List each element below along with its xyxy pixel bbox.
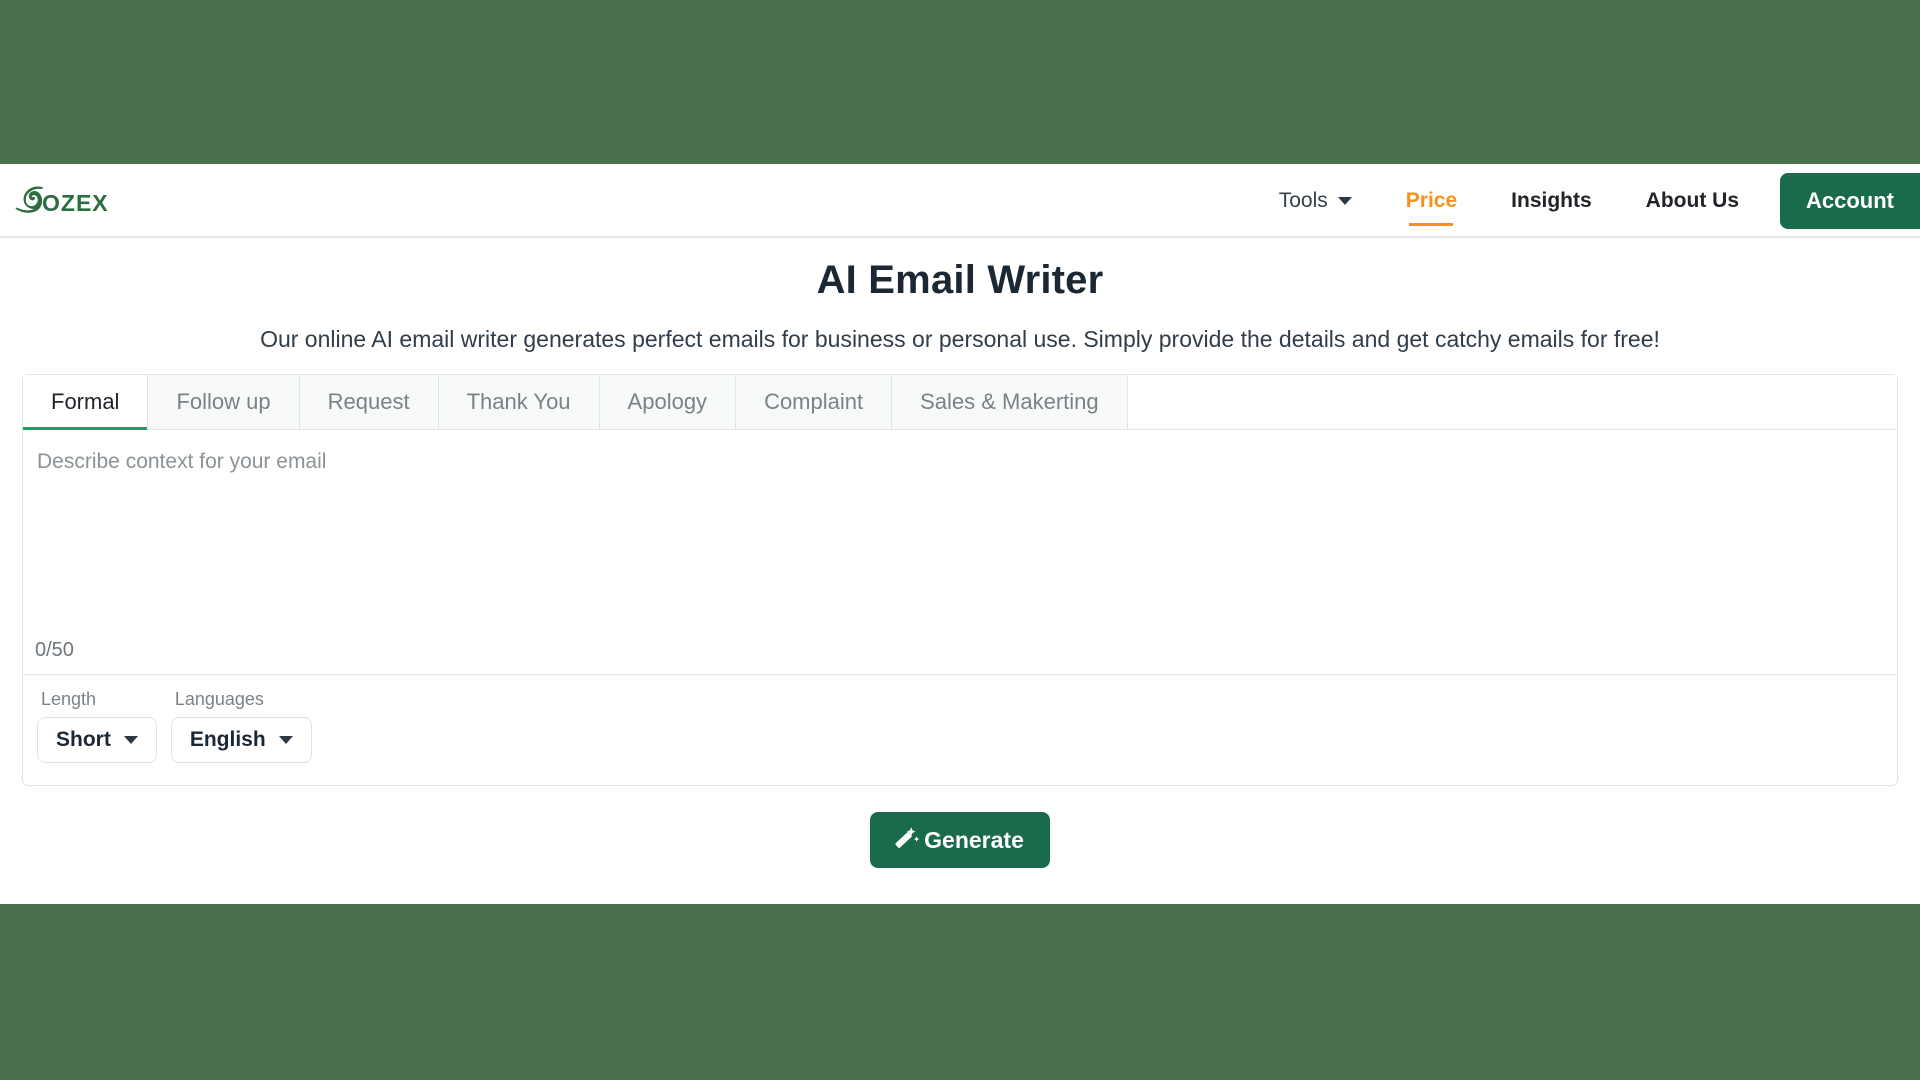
site-header: OZEX Tools Price Insights About Us Accou… xyxy=(0,164,1920,238)
nav-item-tools[interactable]: Tools xyxy=(1252,164,1379,238)
character-counter: 0/50 xyxy=(35,639,74,661)
nav-item-about-us[interactable]: About Us xyxy=(1619,164,1766,238)
magic-wand-icon xyxy=(895,827,920,848)
tab-formal-label: Formal xyxy=(51,389,120,414)
tab-complaint[interactable]: Complaint xyxy=(736,375,893,429)
length-select[interactable]: Short xyxy=(37,717,157,763)
tab-bar-filler xyxy=(1127,375,1897,429)
chevron-down-icon xyxy=(123,736,138,744)
nav-item-insights-label: Insights xyxy=(1511,189,1592,212)
length-label: Length xyxy=(41,689,97,709)
account-button-label: Account xyxy=(1806,188,1894,213)
languages-label: Languages xyxy=(174,689,264,709)
nav-item-about-us-label: About Us xyxy=(1645,189,1739,212)
nav-item-tools-label: Tools xyxy=(1278,189,1328,212)
page-root: OZEX Tools Price Insights About Us Accou… xyxy=(0,0,1920,1080)
svg-text:OZEX: OZEX xyxy=(42,190,108,216)
active-nav-underline xyxy=(1409,223,1454,226)
tab-sales-marketing-label: Sales & Makerting xyxy=(920,389,1099,414)
account-button[interactable]: Account xyxy=(1780,173,1920,229)
tab-follow-up-label: Follow up xyxy=(176,389,271,414)
nav-item-price-label: Price xyxy=(1405,189,1458,212)
length-control: Length Short xyxy=(37,689,157,763)
email-context-input[interactable] xyxy=(23,430,1897,634)
tab-thank-you[interactable]: Thank You xyxy=(438,375,600,429)
length-select-value: Short xyxy=(56,728,111,751)
chevron-down-icon xyxy=(1337,197,1352,205)
tab-sales-marketing[interactable]: Sales & Makerting xyxy=(892,375,1128,429)
languages-control: Languages English xyxy=(170,689,312,763)
options-row: Length Short Languages English xyxy=(23,675,1897,785)
tab-request[interactable]: Request xyxy=(299,375,439,429)
generate-row: Generate xyxy=(0,812,1920,868)
generate-button-label: Generate xyxy=(924,826,1024,853)
chevron-down-icon xyxy=(278,736,293,744)
tab-follow-up[interactable]: Follow up xyxy=(148,375,300,429)
tab-formal[interactable]: Formal xyxy=(23,375,149,430)
context-area: 0/50 xyxy=(23,430,1897,675)
tab-apology-label: Apology xyxy=(627,389,708,414)
tab-thank-you-label: Thank You xyxy=(466,389,571,414)
email-writer-card: Formal Follow up Request Thank You Apolo… xyxy=(22,374,1898,786)
generate-button[interactable]: Generate xyxy=(870,812,1050,868)
nav-item-insights[interactable]: Insights xyxy=(1484,164,1619,238)
hero-section: AI Email Writer Our online AI email writ… xyxy=(0,238,1920,353)
languages-select-value: English xyxy=(189,728,266,751)
languages-select[interactable]: English xyxy=(170,717,312,763)
tab-complaint-label: Complaint xyxy=(764,389,864,414)
brand-logo[interactable]: OZEX xyxy=(12,178,108,226)
main-nav: Tools Price Insights About Us Account xyxy=(1252,164,1920,238)
qozex-swirl-logo: OZEX xyxy=(15,186,108,216)
tab-bar: Formal Follow up Request Thank You Apolo… xyxy=(23,375,1897,430)
nav-item-price[interactable]: Price xyxy=(1379,164,1484,238)
tab-request-label: Request xyxy=(327,389,410,414)
tab-apology[interactable]: Apology xyxy=(599,375,737,429)
page-title: AI Email Writer xyxy=(816,258,1104,302)
page-subtitle: Our online AI email writer generates per… xyxy=(260,326,1660,352)
